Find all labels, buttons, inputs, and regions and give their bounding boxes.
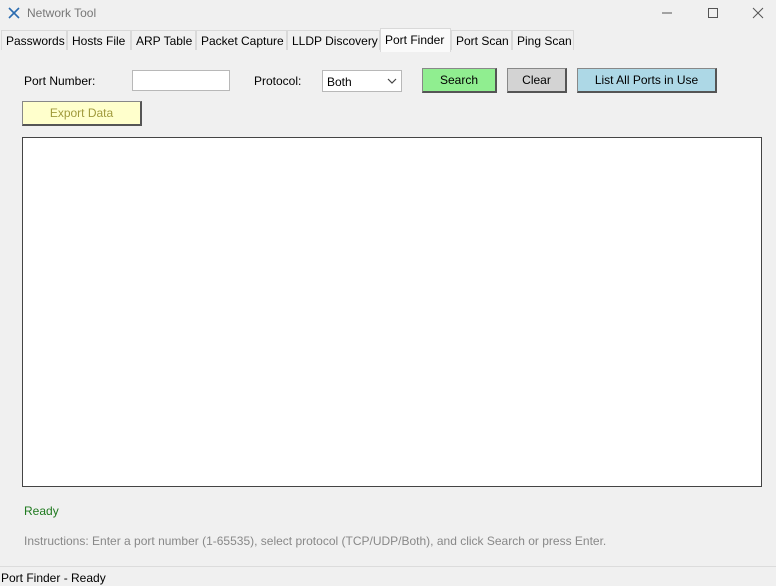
chevron-down-icon xyxy=(387,78,397,84)
maximize-button[interactable] xyxy=(690,0,736,26)
protocol-label: Protocol: xyxy=(254,74,302,88)
tab-port-finder[interactable]: Port Finder xyxy=(380,28,451,52)
instructions-label: Instructions: Enter a port number (1-655… xyxy=(24,534,607,548)
maximize-icon xyxy=(708,8,718,18)
tab-arp-table[interactable]: ARP Table xyxy=(131,30,196,50)
status-bar-text: Port Finder - Ready xyxy=(1,571,106,585)
tab-strip: Passwords Hosts File ARP Table Packet Ca… xyxy=(0,28,776,52)
tab-packet-capture[interactable]: Packet Capture xyxy=(196,30,287,50)
tab-port-scan[interactable]: Port Scan xyxy=(451,30,512,50)
status-bar: Port Finder - Ready xyxy=(0,566,776,586)
export-data-button[interactable]: Export Data xyxy=(22,101,142,126)
port-finder-panel: Port Number: Protocol: Both Search Clear… xyxy=(0,51,776,564)
minimize-icon xyxy=(662,12,672,14)
minimize-button[interactable] xyxy=(644,0,690,26)
app-icon xyxy=(8,7,20,19)
tab-ping-scan[interactable]: Ping Scan xyxy=(512,30,574,50)
list-all-ports-button[interactable]: List All Ports in Use xyxy=(577,68,717,93)
clear-button[interactable]: Clear xyxy=(507,68,567,93)
tab-hosts-file[interactable]: Hosts File xyxy=(67,30,131,50)
search-button[interactable]: Search xyxy=(422,68,497,93)
port-number-label: Port Number: xyxy=(24,74,96,88)
results-text-area[interactable] xyxy=(22,137,762,487)
tab-lldp-discovery[interactable]: LLDP Discovery xyxy=(287,30,380,50)
title-bar: Network Tool xyxy=(0,0,776,26)
window-title: Network Tool xyxy=(27,6,97,20)
status-label: Ready xyxy=(24,504,59,518)
tab-passwords[interactable]: Passwords xyxy=(1,30,67,50)
close-icon xyxy=(752,7,764,19)
close-button[interactable] xyxy=(735,0,776,26)
port-number-input[interactable] xyxy=(132,70,230,91)
protocol-select[interactable]: Both xyxy=(322,70,402,92)
protocol-selected-value: Both xyxy=(327,75,352,89)
